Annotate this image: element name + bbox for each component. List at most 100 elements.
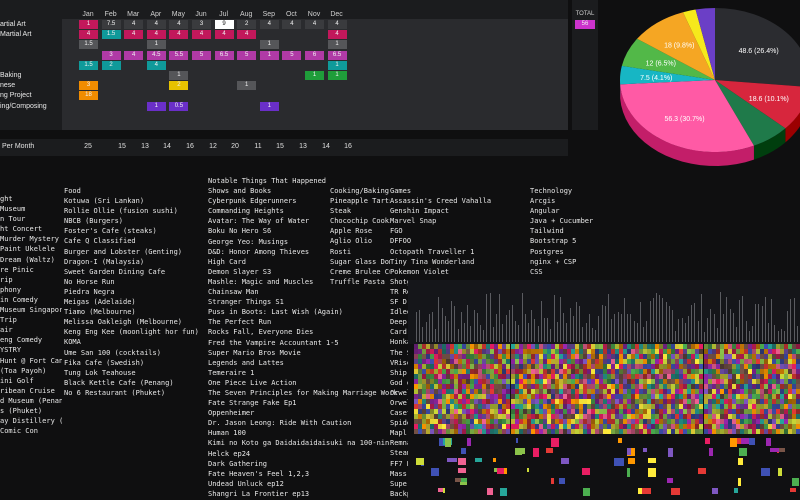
heatmap-cell[interactable]: 6 (305, 50, 324, 60)
matrix-header-tick (569, 307, 571, 342)
matrix-event-bar (545, 448, 554, 453)
matrix-header-tick (697, 321, 699, 342)
heatmap-cell[interactable]: 1 (327, 71, 347, 80)
list-item: Black Kettle Cafe (Penang) (64, 378, 174, 387)
list-item: Trip (0, 316, 17, 325)
matrix-header-tick (764, 297, 766, 342)
matrix-header-tick (774, 325, 776, 342)
matrix-header-tick (755, 303, 757, 342)
list-item: nginx + CSP (530, 257, 577, 266)
heatmap-cell[interactable]: 4 (169, 20, 189, 29)
heatmap-cell[interactable]: 1 (259, 40, 279, 50)
heatmap-cell[interactable]: 1 (169, 71, 189, 80)
matrix-header-tick (544, 317, 545, 342)
heatmap-cell[interactable]: 6.5 (327, 50, 347, 60)
matrix-header-tick (556, 322, 558, 342)
heatmap-cell[interactable]: 4 (259, 20, 279, 29)
heatmap-cell[interactable]: 4 (305, 20, 324, 29)
list-item: Paint Ukelele (0, 245, 55, 254)
list-item: ay Distillery (Phuket) (0, 417, 62, 426)
heatmap-cell[interactable]: 4 (124, 20, 144, 29)
list-item: Sweet Garden Dining Cafe (64, 267, 166, 276)
heatmap-cell[interactable]: 1 (79, 20, 98, 29)
matrix-event-bar (748, 438, 755, 445)
matrix-header-tick (736, 327, 737, 342)
heatmap-cell[interactable]: 5 (237, 50, 257, 60)
heatmap-cell[interactable]: 1.5 (101, 30, 121, 40)
list-item: Murder Mystery (0, 235, 60, 244)
heatmap-cell[interactable]: 6.5 (214, 50, 234, 60)
heatmap-cell[interactable]: 4 (146, 30, 166, 40)
heatmap-cell[interactable]: 4 (169, 30, 189, 40)
heatmap-cell[interactable]: 2 (237, 20, 257, 29)
heatmap-cell[interactable]: 9 (214, 20, 234, 29)
matrix-header-tick (748, 331, 750, 342)
matrix-header-tick (598, 315, 600, 342)
matrix-header-tick (691, 304, 693, 342)
matrix-header-tick (720, 292, 721, 342)
month-header: Jul (219, 11, 229, 18)
heatmap-cell[interactable]: 1 (305, 71, 324, 80)
heatmap-cell[interactable]: 0.5 (169, 101, 189, 111)
matrix-event-bar (734, 488, 739, 493)
matrix-event-bar (558, 478, 566, 485)
matrix-header-tick (563, 313, 565, 342)
month-header: Jun (195, 11, 207, 18)
matrix-header-tick (729, 308, 731, 342)
heatmap-cell[interactable]: 1.5 (79, 40, 98, 50)
heatmap-cell[interactable]: 4 (124, 50, 144, 60)
matrix-header-tick (480, 324, 481, 342)
heatmap-cell[interactable]: 4 (237, 30, 257, 40)
matrix-event-bar (738, 458, 743, 465)
heatmap-cell[interactable]: 2 (169, 81, 189, 91)
per-month-value: 12 (209, 143, 217, 150)
heatmap-cell[interactable]: 3 (101, 50, 121, 60)
heatmap-cell[interactable]: 1 (237, 81, 257, 91)
heatmap-cell[interactable]: 4 (327, 20, 347, 29)
heatmap-cell[interactable]: 1 (259, 101, 279, 111)
list-item: d Museum (Penang) (0, 396, 62, 405)
heatmap-cell[interactable]: 2 (101, 60, 121, 70)
heatmap-cell[interactable]: 5 (282, 50, 302, 60)
heatmap-cell[interactable]: 4 (146, 20, 166, 29)
heatmap-cell[interactable]: 1 (327, 40, 347, 50)
per-month-value: 16 (186, 143, 194, 150)
heatmap-cell[interactable]: 4 (282, 20, 302, 29)
heatmap-cell[interactable]: 18 (79, 91, 98, 101)
list-item: Meigas (Adelaide) (64, 298, 136, 307)
list-item: Apple Rose (330, 227, 373, 236)
heatmap-cell[interactable]: 4.5 (146, 50, 166, 60)
heatmap-cell[interactable]: 1 (146, 101, 166, 111)
heatmap-cell[interactable]: 4 (124, 30, 144, 40)
heatmap-cell[interactable]: 5.5 (169, 50, 189, 60)
matrix-event-bar (442, 488, 446, 494)
heatmap-cell[interactable]: 1 (259, 50, 279, 60)
heatmap-cell[interactable]: 4 (192, 30, 211, 40)
column-heading: Notable Things That Happened (208, 177, 327, 185)
matrix-header-tick (435, 328, 437, 342)
list-item: Genshin Impact (390, 207, 450, 216)
list-item: phony (0, 285, 22, 294)
category-label: ing/Composing (0, 102, 47, 110)
heatmap-cell[interactable]: 5 (192, 50, 211, 60)
heatmap-cell[interactable]: 1 (146, 40, 166, 50)
matrix-header-tick (704, 331, 705, 342)
heatmap-cell[interactable]: 4 (327, 30, 347, 40)
heatmap-cell[interactable]: 1.5 (79, 60, 98, 70)
heatmap-cell[interactable]: 3 (192, 20, 211, 29)
matrix-event-bar (648, 468, 657, 477)
matrix-event-bar (519, 448, 525, 455)
heatmap-cell[interactable]: 4 (214, 30, 234, 40)
heatmap-cell[interactable]: 7.5 (101, 20, 121, 29)
matrix-header-tick (694, 302, 696, 342)
heatmap-cell[interactable]: 3 (79, 81, 98, 91)
list-item: Dark Gathering (208, 459, 268, 468)
list-item: Postgres (530, 247, 564, 256)
matrix-header-tick (636, 322, 638, 342)
heatmap-cell[interactable]: 4 (146, 60, 166, 70)
heatmap-cell[interactable]: 4 (79, 30, 98, 40)
heatmap-cell[interactable]: 1 (327, 60, 347, 70)
matrix-event-bar (789, 488, 796, 493)
matrix-header-tick (700, 293, 702, 342)
list-item: Pokemon Violet (390, 267, 450, 276)
